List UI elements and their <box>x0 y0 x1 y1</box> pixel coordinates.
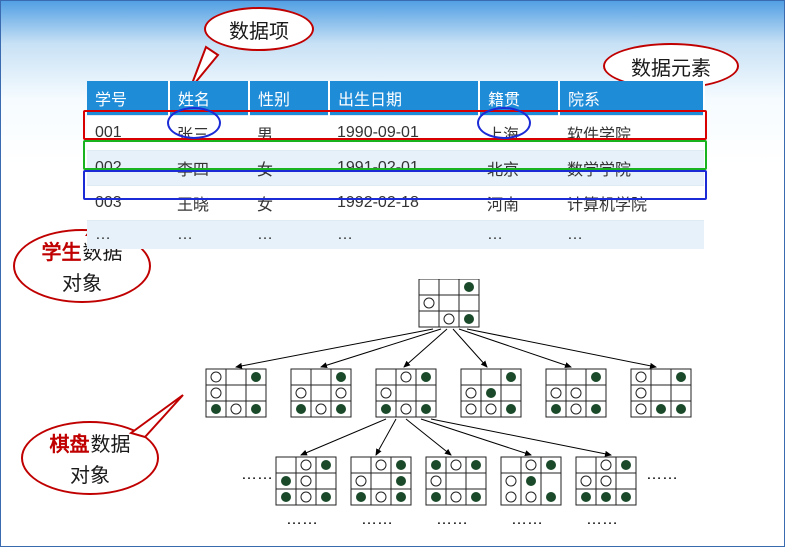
student-table-wrap: 学号 姓名 性别 出生日期 籍贯 院系 001 张三 男 1990-09-01 … <box>87 81 705 249</box>
cell-name: 张三 <box>169 116 249 151</box>
cell-ellipsis: … <box>249 221 329 250</box>
cell-sno: 002 <box>87 151 169 186</box>
table-row-ellipsis: … … … … … … <box>87 221 704 250</box>
cell-native: 北京 <box>479 151 559 186</box>
cell-dob: 1990-09-01 <box>329 116 479 151</box>
callout-data-item: 数据项 <box>204 7 314 51</box>
cell-ellipsis: … <box>329 221 479 250</box>
table-row: 002 李四 女 1991-02-01 北京 数学学院 <box>87 151 704 186</box>
cell-gender: 男 <box>249 116 329 151</box>
cell-gender: 女 <box>249 151 329 186</box>
ellipsis-icon: …… <box>361 511 393 528</box>
board-root <box>419 279 479 327</box>
callout-data-element-label: 数据元素 <box>631 52 711 81</box>
cell-native: 河南 <box>479 186 559 221</box>
cell-dob: 1992-02-18 <box>329 186 479 221</box>
cell-sno: 003 <box>87 186 169 221</box>
th-sno: 学号 <box>87 81 169 116</box>
ellipsis-icon: …… <box>286 511 318 528</box>
callout-board-data-object: 棋盘 数据 对象 <box>21 421 159 495</box>
board-level2 <box>276 457 636 505</box>
cell-name: 王晓 <box>169 186 249 221</box>
cell-name: 李四 <box>169 151 249 186</box>
th-dept: 院系 <box>559 81 704 116</box>
board-tree: …… <box>171 279 741 544</box>
cell-ellipsis: … <box>169 221 249 250</box>
text-object: 对象 <box>62 267 102 296</box>
ellipsis-icon: …… <box>586 511 618 528</box>
th-dob: 出生日期 <box>329 81 479 116</box>
board-tree-svg: …… <box>171 279 741 539</box>
cell-dept: 计算机学院 <box>559 186 704 221</box>
table-header-row: 学号 姓名 性别 出生日期 籍贯 院系 <box>87 81 704 116</box>
ellipsis-icon: …… <box>436 511 468 528</box>
cell-native: 上海 <box>479 116 559 151</box>
keyword-board: 棋盘 <box>50 428 90 457</box>
th-gender: 性别 <box>249 81 329 116</box>
cell-dept: 软件学院 <box>559 116 704 151</box>
th-native: 籍贯 <box>479 81 559 116</box>
table-row: 001 张三 男 1990-09-01 上海 软件学院 <box>87 116 704 151</box>
cell-ellipsis: … <box>479 221 559 250</box>
student-table: 学号 姓名 性别 出生日期 籍贯 院系 001 张三 男 1990-09-01 … <box>87 81 705 249</box>
ellipsis-icon: …… <box>646 466 678 483</box>
cell-dept: 数学学院 <box>559 151 704 186</box>
keyword-student: 学生 <box>42 236 82 265</box>
table-row: 003 王晓 女 1992-02-18 河南 计算机学院 <box>87 186 704 221</box>
board-level1 <box>206 369 691 417</box>
cell-ellipsis: … <box>559 221 704 250</box>
text-object: 对象 <box>70 459 110 488</box>
callout-data-item-label: 数据项 <box>229 15 289 44</box>
cell-sno: 001 <box>87 116 169 151</box>
ellipsis-icon: …… <box>511 511 543 528</box>
ellipsis-icon: …… <box>241 466 273 483</box>
cell-gender: 女 <box>249 186 329 221</box>
cell-dob: 1991-02-01 <box>329 151 479 186</box>
th-name: 姓名 <box>169 81 249 116</box>
cell-ellipsis: … <box>87 221 169 250</box>
